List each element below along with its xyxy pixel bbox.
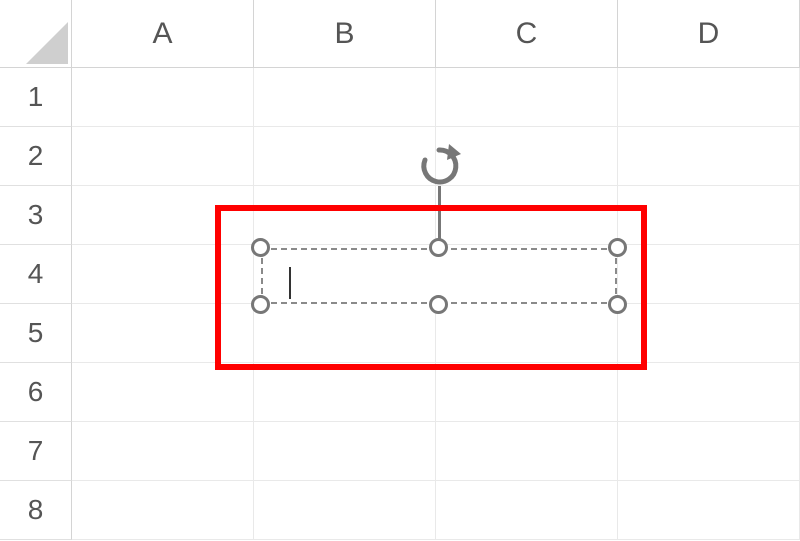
resize-handle-bottom-right[interactable] xyxy=(608,295,627,314)
cell[interactable] xyxy=(618,363,800,422)
row-header-6[interactable]: 6 xyxy=(0,363,72,422)
cell[interactable] xyxy=(436,304,618,363)
cell[interactable] xyxy=(254,304,436,363)
row-header-2[interactable]: 2 xyxy=(0,127,72,186)
row-header-7[interactable]: 7 xyxy=(0,422,72,481)
cell[interactable] xyxy=(72,363,254,422)
cell[interactable] xyxy=(72,68,254,127)
cell[interactable] xyxy=(254,422,436,481)
cell[interactable] xyxy=(72,481,254,540)
cell[interactable] xyxy=(72,127,254,186)
resize-handle-bottom-left[interactable] xyxy=(251,295,270,314)
select-all-corner[interactable] xyxy=(0,0,72,68)
cell[interactable] xyxy=(72,304,254,363)
cell[interactable] xyxy=(436,127,618,186)
cell[interactable] xyxy=(436,186,618,245)
row-header-1[interactable]: 1 xyxy=(0,68,72,127)
column-header-c[interactable]: C xyxy=(436,0,618,68)
cell[interactable] xyxy=(618,481,800,540)
cell[interactable] xyxy=(254,127,436,186)
cell[interactable] xyxy=(436,422,618,481)
cell[interactable] xyxy=(72,186,254,245)
column-header-d[interactable]: D xyxy=(618,0,800,68)
text-box-shape[interactable] xyxy=(261,248,617,304)
row-headers: 1 2 3 4 5 6 7 8 xyxy=(0,68,72,540)
rotate-icon xyxy=(417,144,461,188)
cell[interactable] xyxy=(618,245,800,304)
cell[interactable] xyxy=(72,422,254,481)
column-headers: A B C D xyxy=(0,0,800,68)
cell[interactable] xyxy=(254,68,436,127)
row-header-3[interactable]: 3 xyxy=(0,186,72,245)
row-header-4[interactable]: 4 xyxy=(0,245,72,304)
cell[interactable] xyxy=(254,481,436,540)
text-cursor xyxy=(289,267,291,299)
resize-handle-top-right[interactable] xyxy=(608,238,627,257)
cell[interactable] xyxy=(254,186,436,245)
cell[interactable] xyxy=(618,68,800,127)
cell[interactable] xyxy=(436,363,618,422)
resize-handle-top-left[interactable] xyxy=(251,238,270,257)
cell[interactable] xyxy=(436,68,618,127)
cell[interactable] xyxy=(618,127,800,186)
spreadsheet-grid: A B C D 1 2 3 4 5 6 7 8 xyxy=(0,0,800,541)
cell[interactable] xyxy=(618,422,800,481)
column-header-b[interactable]: B xyxy=(254,0,436,68)
row-header-5[interactable]: 5 xyxy=(0,304,72,363)
rotate-connector xyxy=(438,186,441,240)
row-header-8[interactable]: 8 xyxy=(0,481,72,540)
cell[interactable] xyxy=(436,481,618,540)
rotate-handle[interactable] xyxy=(417,144,461,188)
cell[interactable] xyxy=(618,186,800,245)
cell[interactable] xyxy=(254,363,436,422)
column-header-a[interactable]: A xyxy=(72,0,254,68)
cell[interactable] xyxy=(72,245,254,304)
cell[interactable] xyxy=(618,304,800,363)
resize-handle-bottom-middle[interactable] xyxy=(429,295,448,314)
resize-handle-top-middle[interactable] xyxy=(429,238,448,257)
